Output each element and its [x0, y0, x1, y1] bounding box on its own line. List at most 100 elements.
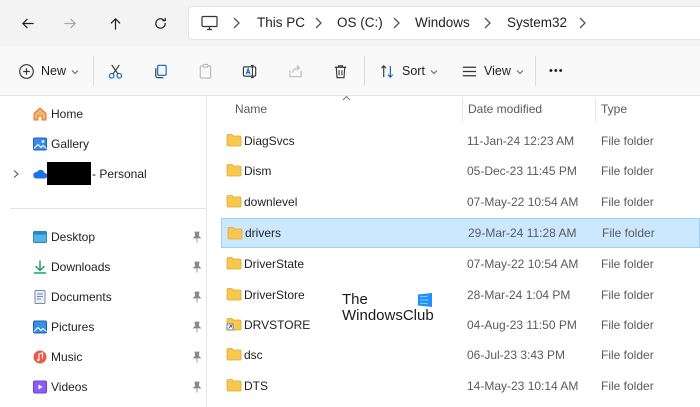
- redacted-account-name: [47, 162, 91, 185]
- column-separator[interactable]: [462, 98, 463, 122]
- pin-icon[interactable]: [192, 381, 202, 393]
- up-button[interactable]: [102, 10, 128, 36]
- windows-logo-icon: [418, 293, 432, 307]
- pin-icon[interactable]: [192, 351, 202, 363]
- trash-icon: [334, 64, 347, 78]
- breadcrumb-this-pc[interactable]: This PC: [257, 7, 305, 39]
- file-date: 07-May-22 10:54 AM: [467, 257, 579, 271]
- back-button[interactable]: [14, 10, 40, 36]
- file-date: 05-Dec-23 11:45 PM: [467, 164, 577, 178]
- file-date: 04-Aug-23 11:50 PM: [467, 318, 577, 332]
- breadcrumb-os-c[interactable]: OS (C:): [337, 7, 383, 39]
- refresh-button[interactable]: [147, 10, 173, 36]
- new-button[interactable]: New: [18, 58, 79, 84]
- arrow-up-icon: [110, 17, 120, 30]
- sort-label: Sort: [402, 64, 425, 78]
- file-name: downlevel: [244, 195, 298, 209]
- file-row[interactable]: DriverStore 28-Mar-24 1:04 PM File folde…: [221, 280, 700, 310]
- file-name: drivers: [245, 226, 282, 240]
- file-row[interactable]: downlevel 07-May-22 10:54 AM File folder: [221, 187, 700, 217]
- file-list: Name Date modified Type DiagSvcs 11-Jan-…: [207, 95, 700, 407]
- chevron-down-icon: [71, 67, 79, 75]
- folder-icon: [227, 227, 243, 240]
- computer-icon: [201, 15, 218, 31]
- onedrive-cloud-icon: [33, 169, 48, 179]
- sidebar-item-home[interactable]: Home: [0, 100, 206, 128]
- chevron-right-icon[interactable]: [482, 16, 494, 30]
- folder-icon: [226, 164, 242, 177]
- sidebar-item-label: Videos: [51, 380, 88, 394]
- pin-icon[interactable]: [192, 231, 202, 243]
- sidebar-item-label: Pictures: [51, 320, 95, 334]
- more-options-button[interactable]: •••: [549, 58, 564, 84]
- sidebar-item-videos[interactable]: Videos: [0, 373, 206, 401]
- breadcrumb-windows[interactable]: Windows: [415, 7, 470, 39]
- pin-icon[interactable]: [192, 321, 202, 333]
- cut-button[interactable]: [107, 58, 124, 84]
- gallery-icon: [33, 137, 47, 151]
- file-name: DTS: [244, 379, 268, 393]
- chevron-right-icon[interactable]: [231, 16, 243, 30]
- sidebar-item-onedrive-personal[interactable]: - Personal: [0, 160, 206, 188]
- file-row[interactable]: DTS 14-May-23 10:14 AM File folder: [221, 371, 700, 401]
- sidebar-item-gallery[interactable]: Gallery: [0, 130, 206, 158]
- column-header-date-modified[interactable]: Date modified: [468, 96, 542, 122]
- sort-icon: [380, 64, 394, 78]
- folder-icon: [226, 379, 242, 392]
- file-row[interactable]: DRVSTORE 04-Aug-23 11:50 PM File folder: [221, 310, 700, 340]
- column-separator[interactable]: [595, 98, 596, 122]
- paste-button[interactable]: [197, 58, 214, 84]
- pin-icon[interactable]: [192, 261, 202, 273]
- file-date: 06-Jul-23 3:43 PM: [467, 348, 566, 362]
- file-date: 28-Mar-24 1:04 PM: [467, 288, 571, 302]
- view-button[interactable]: View: [461, 58, 524, 84]
- file-type: File folder: [601, 164, 654, 178]
- chevron-right-icon[interactable]: [12, 169, 20, 179]
- rename-button[interactable]: [242, 58, 259, 84]
- delete-button[interactable]: [332, 58, 349, 84]
- file-date: 07-May-22 10:54 AM: [467, 195, 579, 209]
- file-row[interactable]: dsc 06-Jul-23 3:43 PM File folder: [221, 340, 700, 370]
- navigation-bar: This PC OS (C:) Windows System32: [0, 0, 700, 46]
- folder-icon: [226, 195, 242, 208]
- toolbar-divider: [535, 56, 536, 86]
- sidebar-item-label: Downloads: [51, 260, 111, 274]
- watermark-text: WindowsClub: [342, 307, 434, 324]
- chevron-right-icon[interactable]: [391, 16, 403, 30]
- pin-icon[interactable]: [192, 291, 202, 303]
- refresh-icon: [154, 17, 166, 29]
- file-row[interactable]: DiagSvcs 11-Jan-24 12:23 AM File folder: [221, 126, 700, 156]
- file-date: 11-Jan-24 12:23 AM: [467, 134, 575, 148]
- file-type: File folder: [601, 195, 654, 209]
- sidebar-item-downloads[interactable]: Downloads: [0, 253, 206, 281]
- chevron-right-icon[interactable]: [577, 16, 589, 30]
- column-header-type[interactable]: Type: [601, 96, 627, 122]
- share-icon: [289, 64, 302, 77]
- chevron-right-icon[interactable]: [313, 16, 325, 30]
- file-type: File folder: [601, 348, 654, 362]
- file-type: File folder: [601, 257, 654, 271]
- column-header-name[interactable]: Name: [235, 96, 267, 122]
- sort-button[interactable]: Sort: [379, 58, 438, 84]
- copy-button[interactable]: [152, 58, 169, 84]
- toolbar-divider: [93, 56, 94, 86]
- sidebar-item-label: Music: [51, 350, 83, 364]
- address-bar[interactable]: This PC OS (C:) Windows System32: [188, 6, 700, 40]
- sidebar-item-label: Desktop: [51, 230, 96, 244]
- file-row[interactable]: DriverState 07-May-22 10:54 AM File fold…: [221, 249, 700, 279]
- toolbar-divider: [364, 56, 365, 86]
- sidebar-item-music[interactable]: Music: [0, 343, 206, 371]
- breadcrumb-system32[interactable]: System32: [507, 7, 567, 39]
- command-bar: New Sort View •••: [0, 46, 700, 96]
- sidebar-item-desktop[interactable]: Desktop: [0, 223, 206, 251]
- file-name: DiagSvcs: [244, 134, 295, 148]
- file-type: File folder: [601, 134, 654, 148]
- file-date: 14-May-23 10:14 AM: [467, 379, 579, 393]
- watermark-text: The: [342, 291, 368, 308]
- share-button[interactable]: [287, 58, 304, 84]
- sidebar-item-documents[interactable]: Documents: [0, 283, 206, 311]
- file-row[interactable]: Dism 05-Dec-23 11:45 PM File folder: [221, 156, 700, 186]
- sidebar-item-pictures[interactable]: Pictures: [0, 313, 206, 341]
- file-row-selected[interactable]: drivers 29-Mar-24 11:28 AM File folder: [221, 218, 700, 248]
- forward-button[interactable]: [57, 10, 83, 36]
